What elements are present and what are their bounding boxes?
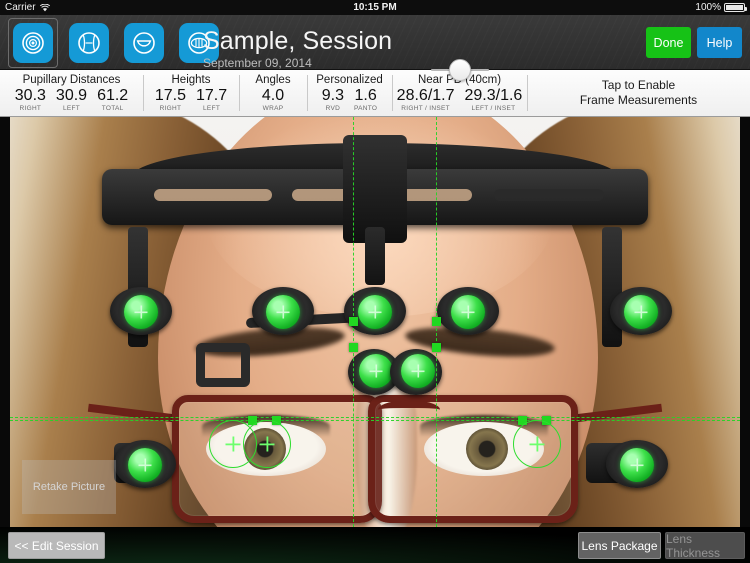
measurement-value: 30.3 RIGHT (15, 87, 46, 112)
measurement-value: 4.0 WRAP (262, 87, 284, 112)
photo-image: Retake Picture (10, 117, 740, 527)
lens-dome-icon (133, 32, 155, 54)
measurement-values: 30.3 RIGHT 30.9 LEFT 61.2 TOTAL (15, 87, 128, 112)
measurement-number: 61.2 (97, 87, 129, 104)
measurement-caption: WRAP (262, 105, 284, 112)
measurement-value: 61.2 TOTAL (97, 87, 128, 112)
measurement-number: 30.9 (55, 87, 88, 104)
measurement-value: 9.3 RVD (322, 87, 344, 112)
measurement-guides (10, 117, 740, 527)
measurement-values: 28.6/1.7 RIGHT / INSET 29.3/1.6 LEFT / I… (397, 87, 523, 112)
photo-stage: Retake Picture (0, 117, 750, 527)
slider-knob[interactable] (448, 59, 471, 81)
measurement-caption: RIGHT (19, 105, 42, 112)
measurement-group-label: Angles (255, 74, 291, 86)
page-title: Sample, Session (203, 27, 393, 55)
measurement-number: 17.7 (196, 87, 228, 104)
tap-to-enable-frame-measurements-button[interactable]: Tap to Enable Frame Measurements (527, 70, 750, 116)
navigation-bar: Sample, Session September 09, 2014 Done … (0, 15, 750, 70)
tap-to-enable-line-1: Tap to Enable (601, 78, 676, 92)
measurement-value: 29.3/1.6 LEFT / INSET (465, 87, 523, 112)
measurement-group-label: Heights (171, 74, 211, 86)
measurement-number: 17.5 (154, 87, 186, 104)
guide-handle[interactable] (432, 317, 441, 326)
mode-button-frame-head[interactable] (69, 23, 109, 63)
retake-picture-button[interactable]: Retake Picture (22, 460, 116, 514)
mode-button-target-lens[interactable] (13, 23, 53, 63)
measurement-caption: RIGHT (159, 105, 182, 112)
frame-head-icon (78, 32, 100, 54)
status-bar-right: 100% (695, 2, 747, 13)
mode-button-lens-dome-wrapper[interactable] (120, 19, 168, 67)
status-bar-clock: 10:15 PM (353, 2, 397, 13)
measurement-values: 17.5 RIGHT 17.7 LEFT (155, 87, 227, 112)
battery-full-icon (724, 3, 747, 12)
measurement-group-pupillary-distances: Pupillary Distances 30.3 RIGHT 30.9 LEFT… (0, 70, 143, 116)
status-bar: Carrier 10:15 PM 100% (0, 0, 750, 15)
done-button[interactable]: Done (646, 27, 691, 58)
lens-thickness-button[interactable]: Lens Thickness (665, 532, 745, 560)
measurement-value: 1.6 PANTO (354, 87, 377, 112)
measurement-value: 17.5 RIGHT (155, 87, 186, 112)
measurement-value: 17.7 LEFT (196, 87, 227, 112)
measurement-group-label: Personalized (316, 74, 383, 86)
app-root: Carrier 10:15 PM 100% Sample, Session Se… (0, 0, 750, 563)
measurement-caption: LEFT (62, 105, 81, 112)
tap-to-enable-text: Tap to Enable Frame Measurements (580, 78, 697, 108)
horizontal-guide-frame-bottom[interactable] (10, 420, 740, 421)
measurement-photo[interactable]: Retake Picture (10, 117, 740, 527)
measurement-number: 1.6 (354, 87, 377, 104)
mode-button-target-lens-wrapper[interactable] (8, 18, 58, 68)
target-lens-icon (22, 32, 44, 54)
measurement-number: 30.3 (14, 87, 46, 104)
measurement-values: 4.0 WRAP (262, 87, 284, 112)
measurement-caption: RIGHT / INSET (401, 105, 450, 112)
measurement-caption: LEFT / INSET (471, 105, 516, 112)
measurement-value: 30.9 LEFT (56, 87, 87, 112)
session-date: September 09, 2014 (203, 56, 312, 70)
guide-handle[interactable] (432, 343, 441, 352)
help-button[interactable]: Help (697, 27, 742, 58)
measurement-bar: Pupillary Distances 30.3 RIGHT 30.9 LEFT… (0, 59, 750, 117)
guide-handle[interactable] (349, 343, 358, 352)
near-pd-slider[interactable] (430, 58, 489, 82)
measurement-value: 28.6/1.7 RIGHT / INSET (397, 87, 455, 112)
horizontal-guide-top[interactable] (10, 417, 740, 418)
measurement-number: 9.3 (321, 87, 344, 104)
mode-button-frame-head-wrapper[interactable] (65, 19, 113, 67)
measurement-caption: TOTAL (101, 105, 124, 112)
pupil-marker-right[interactable] (513, 420, 561, 468)
pupil-marker-left-b[interactable] (243, 420, 291, 468)
tap-to-enable-line-2: Frame Measurements (579, 93, 698, 107)
measurement-group-angles: Angles 4.0 WRAP (239, 70, 307, 116)
bottom-toolbar: << Edit Session Lens Package Lens Thickn… (0, 527, 750, 563)
measurement-group-heights: Heights 17.5 RIGHT 17.7 LEFT (143, 70, 239, 116)
navbar-actions: Done Help (646, 27, 742, 58)
measurement-number: 4.0 (261, 87, 285, 104)
measurement-number: 29.3/1.6 (464, 87, 523, 104)
measurement-caption: LEFT (203, 105, 221, 112)
measurement-caption: RVD (325, 105, 341, 112)
measurement-group-label: Pupillary Distances (22, 74, 121, 86)
measurement-number: 28.6/1.7 (396, 87, 455, 104)
battery-percent-label: 100% (695, 2, 721, 13)
measurement-values: 9.3 RVD 1.6 PANTO (322, 87, 378, 112)
lens-package-button[interactable]: Lens Package (578, 532, 661, 559)
session-title-block: Sample, Session September 09, 2014 (203, 28, 392, 70)
mode-button-lens-dome[interactable] (124, 23, 164, 63)
guide-handle[interactable] (349, 317, 358, 326)
edit-session-button[interactable]: << Edit Session (8, 532, 105, 559)
measurement-group-near-pd: Near PD (40cm) 28.6/1.7 RIGHT / INSET 29… (392, 59, 527, 116)
measurement-caption: PANTO (353, 105, 378, 112)
mode-button-group (8, 18, 223, 68)
measurement-group-personalized: Personalized 9.3 RVD 1.6 PANTO (307, 70, 392, 116)
